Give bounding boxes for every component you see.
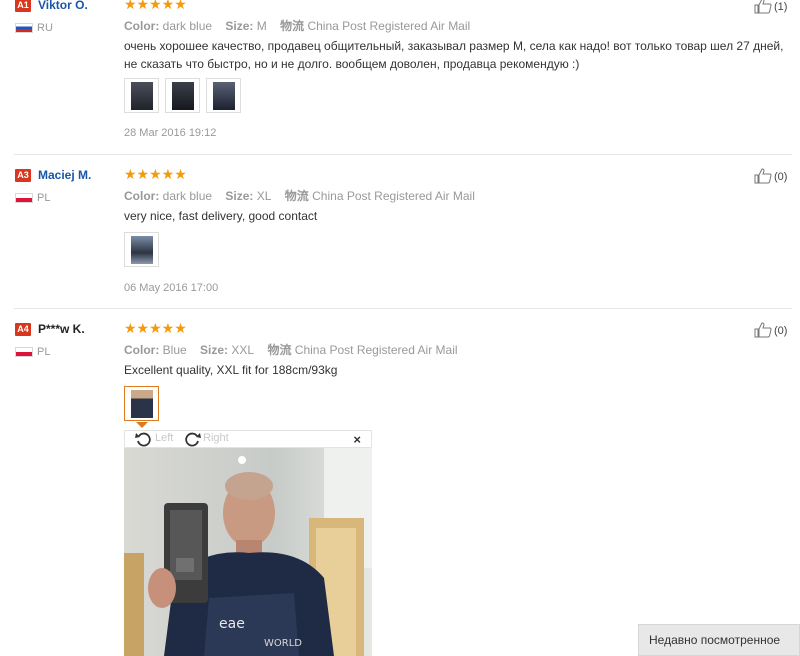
buyer-name[interactable]: Viktor O. bbox=[38, 0, 88, 12]
poland-flag-icon bbox=[15, 347, 33, 357]
review-date: 06 May 2016 17:00 bbox=[124, 282, 219, 294]
poland-flag-icon bbox=[15, 193, 33, 203]
review-photo-thumbnail[interactable] bbox=[124, 232, 159, 267]
thumbs-up-icon bbox=[754, 168, 772, 184]
review-date: 28 Mar 2016 19:12 bbox=[124, 127, 217, 139]
review-photo-thumbnail[interactable] bbox=[165, 78, 200, 113]
rating-stars: ★★★★★ bbox=[124, 0, 187, 12]
helpful-button[interactable]: (0) bbox=[754, 322, 787, 338]
review-photo-thumbnail[interactable] bbox=[206, 78, 241, 113]
review-text: очень хорошее качество, продавец общител… bbox=[124, 39, 784, 71]
buyer-level-badge: A1 bbox=[15, 0, 31, 12]
review-text: very nice, fast delivery, good contact bbox=[124, 209, 318, 223]
review-photo-thumbnail[interactable] bbox=[124, 78, 159, 113]
rotate-right-label[interactable]: Right bbox=[203, 432, 229, 444]
buyer-level-badge: A4 bbox=[15, 323, 31, 336]
review-text: Excellent quality, XXL fit for 188cm/93k… bbox=[124, 363, 338, 377]
buyer-name[interactable]: Maciej M. bbox=[38, 168, 91, 182]
rotate-left-label[interactable]: Left bbox=[155, 432, 173, 444]
thumbs-up-icon bbox=[754, 0, 772, 14]
rotate-right-icon bbox=[185, 432, 201, 447]
helpful-button[interactable]: (0) bbox=[754, 168, 787, 184]
thumbs-up-icon bbox=[754, 322, 772, 338]
rating-stars: ★★★★★ bbox=[124, 320, 187, 336]
buyer-country: RU bbox=[37, 22, 53, 34]
order-info: Color: dark blue Size: XL 物流 China Post … bbox=[124, 189, 475, 203]
buyer-country: PL bbox=[37, 192, 51, 204]
svg-text:eae: eae bbox=[219, 616, 245, 632]
order-info: Color: Blue Size: XXL 物流 China Post Regi… bbox=[124, 343, 458, 357]
rotate-left-icon bbox=[135, 432, 151, 447]
buyer-name: P***w K. bbox=[38, 322, 85, 336]
review-divider bbox=[14, 154, 792, 155]
rating-stars: ★★★★★ bbox=[124, 166, 187, 182]
review-divider bbox=[14, 308, 792, 309]
recently-viewed-button[interactable]: Недавно посмотренное bbox=[638, 624, 800, 656]
svg-text:WORLD: WORLD bbox=[264, 638, 302, 649]
photo-viewer-toolbar: Left Right × bbox=[124, 430, 372, 448]
helpful-button[interactable]: (1) bbox=[754, 0, 787, 14]
review-photo-thumbnail-selected[interactable] bbox=[124, 386, 159, 421]
buyer-level-badge: A3 bbox=[15, 169, 31, 182]
review-photo-large: eae WORLD bbox=[124, 448, 372, 656]
buyer-country: PL bbox=[37, 346, 51, 358]
selected-photo-pointer bbox=[136, 422, 148, 428]
russia-flag-icon bbox=[15, 23, 33, 33]
order-info: Color: dark blue Size: M 物流 China Post R… bbox=[124, 19, 471, 33]
close-icon[interactable]: × bbox=[353, 432, 361, 447]
